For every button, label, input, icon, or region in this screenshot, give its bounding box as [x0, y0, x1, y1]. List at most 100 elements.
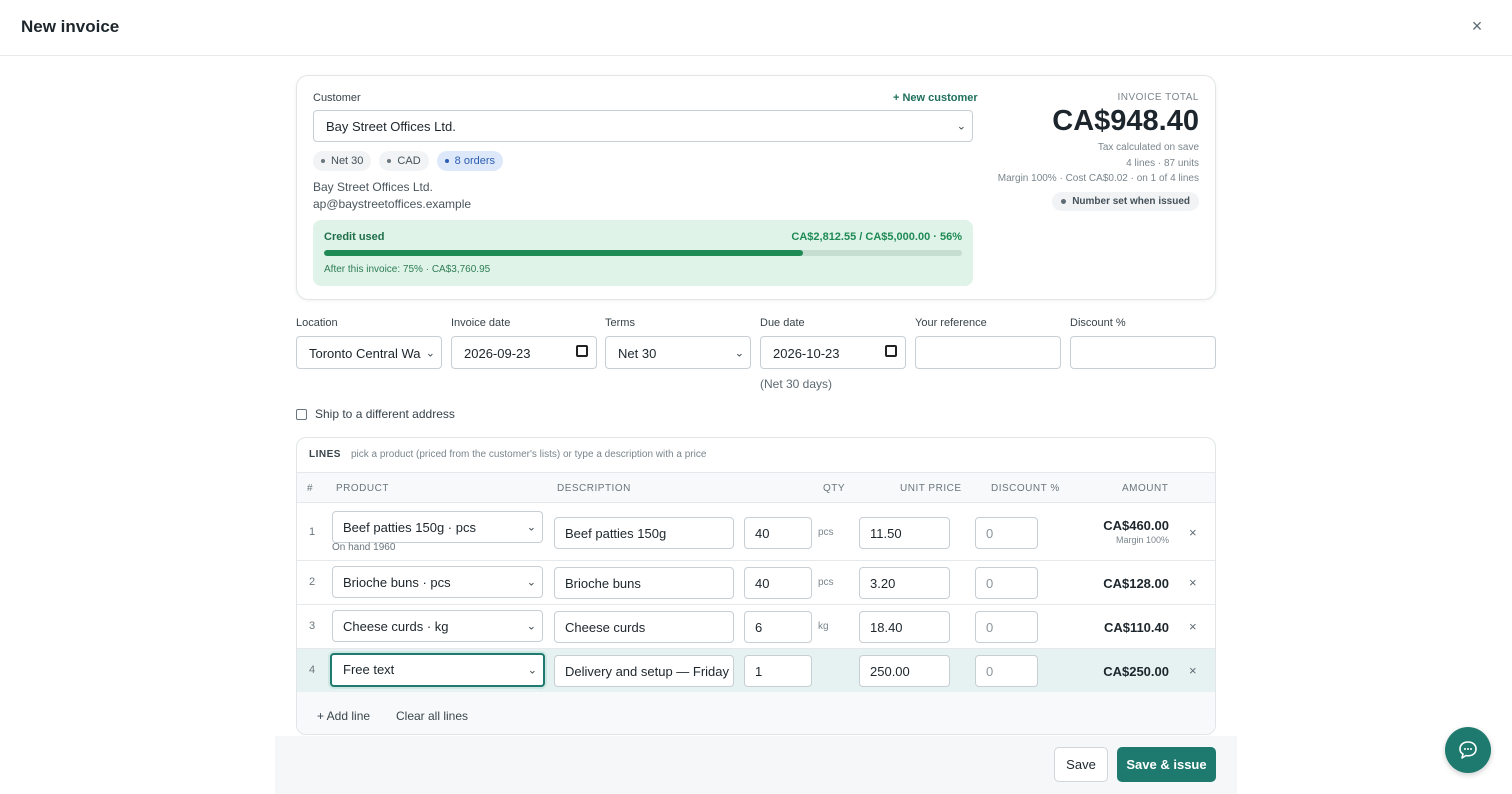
customer-select-value: Bay Street Offices Ltd.	[326, 119, 456, 134]
lines-footer: + Add line Clear all lines	[297, 692, 1215, 734]
location-label: Location	[296, 317, 338, 329]
col-discount: DISCOUNT %	[991, 483, 1060, 494]
tag-terms: Net 30	[313, 151, 372, 171]
col-qty: QTY	[823, 483, 846, 494]
invoice-total-value: CA$948.40	[1052, 105, 1199, 137]
line-number: 2	[309, 576, 316, 588]
description-input[interactable]: Brioche buns	[554, 567, 734, 599]
unit-price-input[interactable]: 11.50	[859, 517, 950, 549]
col-description: DESCRIPTION	[557, 483, 631, 494]
line-number: 1	[309, 526, 316, 538]
line-discount-input[interactable]: 0	[975, 655, 1038, 687]
lines-section: LINES pick a product (priced from the cu…	[296, 437, 1216, 735]
col-product: PRODUCT	[336, 483, 389, 494]
chat-bubble-icon[interactable]	[1445, 727, 1491, 773]
credit-panel: Credit used CA$2,812.55 / CA$5,000.00 · …	[313, 220, 973, 286]
customer-tags: Net 30 CAD 8 orders	[313, 151, 504, 171]
chevron-down-icon: ⌄	[425, 347, 435, 359]
dialog-header: New invoice ×	[0, 0, 1512, 56]
product-select[interactable]: Beef patties 150g · pcs ⌄	[332, 511, 543, 543]
invoice-total-block: INVOICE TOTAL CA$948.40 Tax calculated o…	[959, 92, 1199, 211]
unit-label: pcs	[818, 527, 834, 538]
invoice-date-label: Invoice date	[451, 317, 511, 329]
tax-note: Tax calculated on save	[1097, 142, 1199, 153]
line-discount-input[interactable]: 0	[975, 517, 1038, 549]
remove-line-icon[interactable]: ×	[1189, 619, 1197, 634]
chevron-down-icon: ⌄	[734, 347, 744, 359]
credit-progress-bar	[324, 250, 962, 256]
clear-lines-button[interactable]: Clear all lines	[396, 709, 468, 723]
chevron-down-icon: ⌄	[526, 620, 536, 633]
tag-orders[interactable]: 8 orders	[436, 151, 504, 171]
customer-card: Customer + New customer Bay Street Offic…	[296, 75, 1216, 300]
line-discount-input[interactable]: 0	[975, 567, 1038, 599]
terms-label: Terms	[605, 317, 635, 329]
location-select[interactable]: Toronto Central Wa ⌄	[296, 336, 442, 369]
product-select[interactable]: Free text ⌄	[330, 653, 545, 687]
save-button[interactable]: Save	[1054, 747, 1108, 782]
lines-title: LINES	[309, 449, 341, 460]
add-line-button[interactable]: + Add line	[317, 709, 370, 723]
col-num: #	[307, 483, 314, 494]
ship-checkbox[interactable]	[296, 408, 307, 420]
customer-name: Bay Street Offices Ltd.	[313, 180, 433, 194]
unit-label: kg	[818, 621, 829, 632]
close-icon[interactable]: ×	[1467, 16, 1487, 36]
unit-price-input[interactable]: 18.40	[859, 611, 950, 643]
credit-progress-fill	[324, 250, 803, 256]
chevron-down-icon: ⌄	[526, 576, 536, 589]
product-select[interactable]: Cheese curds · kg ⌄	[332, 610, 543, 642]
credit-label: Credit used	[324, 231, 385, 243]
tag-currency: CAD	[379, 151, 429, 171]
reference-input[interactable]	[915, 336, 1061, 369]
line-margin: Margin 100%	[1115, 535, 1169, 545]
description-input[interactable]: Cheese curds	[554, 611, 734, 643]
description-input[interactable]: Beef patties 150g	[554, 517, 734, 549]
line-number: 4	[309, 664, 316, 676]
credit-after: After this invoice: 75% · CA$3,760.95	[324, 264, 491, 275]
line-number: 3	[309, 620, 316, 632]
line-discount-input[interactable]: 0	[975, 611, 1038, 643]
discount-input[interactable]	[1070, 336, 1216, 369]
description-input[interactable]: Delivery and setup — Friday ev	[554, 655, 734, 687]
ship-different-address[interactable]: Ship to a different address	[296, 407, 455, 421]
qty-input[interactable]: 1	[744, 655, 812, 687]
product-select[interactable]: Brioche buns · pcs ⌄	[332, 566, 543, 598]
line-amount: CA$460.00	[1103, 518, 1169, 533]
unit-price-input[interactable]: 3.20	[859, 567, 950, 599]
col-unit-price: UNIT PRICE	[900, 483, 962, 494]
reference-label: Your reference	[915, 317, 987, 329]
due-date-note: (Net 30 days)	[760, 377, 833, 391]
calendar-icon[interactable]	[576, 345, 588, 357]
qty-input[interactable]: 6	[744, 611, 812, 643]
customer-email: ap@baystreetoffices.example	[313, 197, 472, 211]
terms-select[interactable]: Net 30 ⌄	[605, 336, 751, 369]
number-badge: Number set when issued	[1052, 192, 1199, 211]
unit-price-input[interactable]: 250.00	[859, 655, 950, 687]
qty-input[interactable]: 40	[744, 567, 812, 599]
line-amount: CA$250.00	[1103, 664, 1169, 679]
chevron-down-icon: ⌄	[526, 521, 536, 534]
calendar-icon[interactable]	[885, 345, 897, 357]
ship-label: Ship to a different address	[315, 407, 455, 421]
customer-select[interactable]: Bay Street Offices Ltd. ⌄	[313, 110, 973, 142]
lines-units: 4 lines · 87 units	[1126, 158, 1199, 169]
chevron-down-icon: ⌄	[527, 664, 537, 677]
remove-line-icon[interactable]: ×	[1189, 663, 1197, 678]
line-row-1: 1 Beef patties 150g · pcs ⌄ On hand 1960…	[297, 503, 1215, 561]
credit-amount: CA$2,812.55 / CA$5,000.00 · 56%	[791, 231, 962, 243]
due-date-input[interactable]: 2026-10-23	[760, 336, 906, 369]
save-issue-button[interactable]: Save & issue	[1117, 747, 1216, 782]
discount-label: Discount %	[1070, 317, 1126, 329]
customer-label: Customer	[313, 92, 361, 104]
lines-column-header: # PRODUCT DESCRIPTION QTY UNIT PRICE DIS…	[297, 472, 1215, 503]
line-amount: CA$128.00	[1103, 576, 1169, 591]
qty-input[interactable]: 40	[744, 517, 812, 549]
due-date-label: Due date	[760, 317, 805, 329]
line-amount: CA$110.40	[1103, 620, 1169, 635]
remove-line-icon[interactable]: ×	[1189, 525, 1197, 540]
remove-line-icon[interactable]: ×	[1189, 575, 1197, 590]
unit-label: pcs	[818, 577, 834, 588]
invoice-total-label: INVOICE TOTAL	[1117, 92, 1199, 103]
invoice-date-input[interactable]: 2026-09-23	[451, 336, 597, 369]
